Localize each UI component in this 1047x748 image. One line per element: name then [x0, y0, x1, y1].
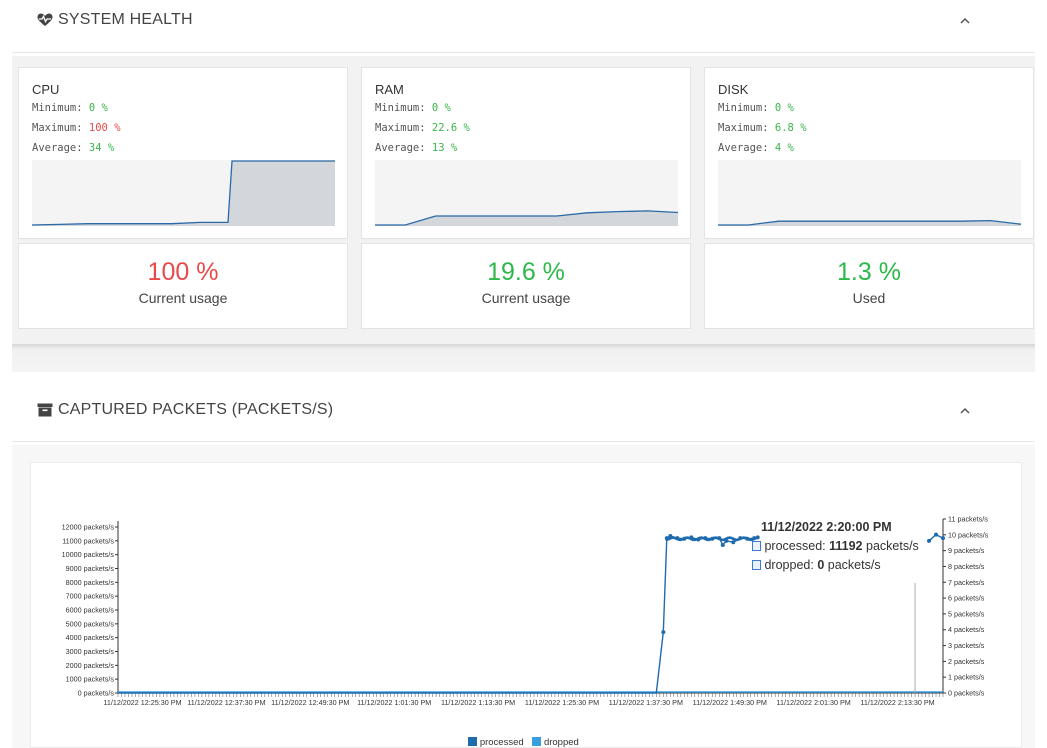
chart-legend: processed dropped — [0, 737, 1047, 748]
y-left-tick-label: 0 packets/s — [78, 689, 115, 698]
y-left-tick-label: 3000 packets/s — [66, 647, 115, 656]
y-right-tick-label: 0 packets/s — [948, 689, 985, 698]
y-right-tick-label: 11 packets/s — [948, 515, 988, 524]
y-left-tick-label: 8000 packets/s — [66, 578, 115, 587]
y-left-tick-label: 4000 packets/s — [66, 633, 115, 642]
processed-swatch-icon — [752, 541, 761, 551]
x-tick-label: 11/12/2022 2:13:30 PM — [860, 698, 934, 707]
tooltip-processed-row: processed: 11192 packets/s — [752, 539, 942, 553]
y-right-tick-label: 8 packets/s — [948, 562, 985, 571]
y-right-tick-label: 3 packets/s — [948, 641, 985, 650]
series-processed-line — [118, 535, 758, 694]
tooltip-datetime: 11/12/2022 2:20:00 PM — [761, 520, 892, 534]
x-tick-label: 11/12/2022 12:37:30 PM — [187, 698, 265, 707]
tooltip-dropped-value: 0 — [817, 558, 825, 572]
y-left-tick-label: 5000 packets/s — [66, 619, 115, 628]
x-tick-label: 11/12/2022 1:37:30 PM — [609, 698, 683, 707]
processed-point[interactable] — [661, 630, 666, 635]
y-right-tick-label: 7 packets/s — [948, 578, 985, 587]
y-left-tick-label: 6000 packets/s — [66, 606, 115, 615]
y-left-tick-label: 9000 packets/s — [66, 564, 115, 573]
y-left-tick-label: 11000 packets/s — [62, 536, 114, 545]
x-tick-label: 11/12/2022 1:13:30 PM — [441, 698, 515, 707]
y-right-tick-label: 9 packets/s — [948, 546, 985, 555]
y-left-tick-label: 12000 packets/s — [62, 523, 115, 532]
tooltip-dropped-row: dropped: 0 packets/s — [752, 558, 942, 572]
x-tick-label: 11/12/2022 12:49:30 PM — [271, 698, 349, 707]
y-left-tick-label: 1000 packets/s — [66, 675, 115, 684]
y-right-tick-label: 10 packets/s — [948, 530, 989, 539]
y-right-tick-label: 1 packets/s — [948, 673, 985, 682]
dropped-swatch-icon — [752, 560, 761, 570]
processed-point[interactable] — [720, 542, 725, 547]
x-tick-label: 11/12/2022 1:49:30 PM — [693, 698, 767, 707]
y-right-tick-label: 5 packets/s — [948, 609, 985, 618]
x-tick-label: 11/12/2022 12:25:30 PM — [103, 698, 181, 707]
packets-chart: 0 packets/s 1000 packets/s 2000 packets/s 3… — [62, 515, 989, 708]
y-right-tick-label: 6 packets/s — [948, 594, 985, 603]
y-left-tick-label: 2000 packets/s — [66, 661, 115, 670]
x-tick-label: 11/12/2022 2:01:30 PM — [777, 698, 851, 707]
x-tick-label: 11/12/2022 1:25:30 PM — [525, 698, 599, 707]
legend-dropped[interactable]: dropped — [544, 737, 579, 748]
legend-processed[interactable]: processed — [480, 737, 524, 748]
tooltip-processed-value: 11192 — [829, 539, 863, 553]
y-right-tick-label: 2 packets/s — [948, 657, 985, 666]
y-left-tick-label: 7000 packets/s — [66, 592, 115, 601]
x-tick-label: 11/12/2022 1:01:30 PM — [357, 698, 431, 707]
y-left-tick-label: 10000 packets/s — [62, 550, 115, 559]
legend-dropped-swatch — [532, 737, 542, 746]
y-right-tick-label: 4 packets/s — [948, 625, 985, 634]
legend-processed-swatch — [468, 737, 478, 746]
chart-tooltip: 11/12/2022 2:20:00 PM processed: 11192 p… — [752, 520, 942, 572]
